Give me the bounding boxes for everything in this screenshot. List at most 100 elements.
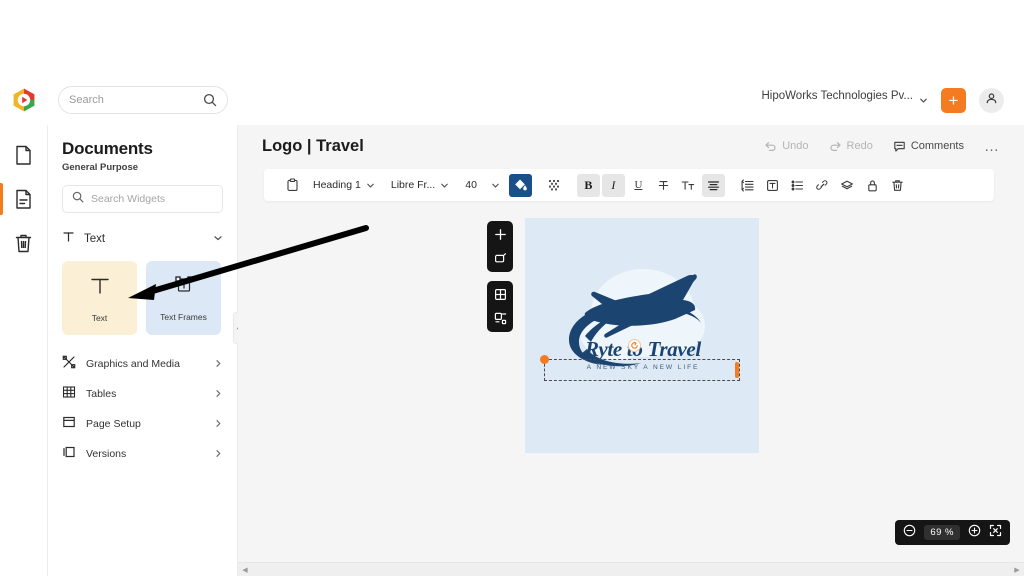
widget-card-list: Text Text Frames bbox=[62, 261, 223, 335]
trash-icon bbox=[892, 179, 903, 191]
nav-item-label: Versions bbox=[86, 448, 127, 460]
text-frame-icon bbox=[171, 274, 197, 303]
layers-icon bbox=[841, 180, 854, 189]
ryte-to-travel-logo bbox=[569, 269, 705, 367]
paragraph-style-value: Heading 1 bbox=[313, 179, 361, 191]
nav-item-versions[interactable]: Versions bbox=[62, 439, 223, 469]
underline-u-icon: U bbox=[634, 179, 643, 191]
hexagon-play-logo-icon[interactable] bbox=[11, 87, 37, 113]
nav-item-page-setup[interactable]: Page Setup bbox=[62, 409, 223, 439]
scrollbar-track[interactable] bbox=[252, 563, 1010, 576]
global-search-input[interactable]: Search bbox=[58, 86, 228, 114]
chevron-down-icon bbox=[919, 92, 928, 103]
add-new-button[interactable]: + bbox=[941, 88, 966, 113]
grid-icon[interactable] bbox=[493, 287, 508, 302]
layout-icon[interactable] bbox=[493, 311, 508, 326]
undo-arrow-icon bbox=[765, 141, 776, 151]
widget-card-label: Text bbox=[91, 313, 108, 323]
align-center-icon bbox=[707, 180, 719, 190]
lock-icon bbox=[868, 179, 877, 191]
panel-nav-list: Graphics and Media Tables Page Setup Ver… bbox=[62, 349, 223, 469]
strikethrough-icon bbox=[658, 180, 669, 190]
undo-label: Undo bbox=[782, 140, 809, 152]
line-spacing-icon bbox=[741, 178, 754, 192]
insert-link-button[interactable] bbox=[811, 174, 834, 197]
versions-icon bbox=[62, 445, 76, 464]
float-tool-group-1 bbox=[487, 221, 513, 272]
lock-button[interactable] bbox=[861, 174, 884, 197]
paragraph-style-select[interactable]: Heading 1 bbox=[306, 174, 382, 197]
underline-button[interactable]: U bbox=[627, 174, 650, 197]
bullet-list-icon bbox=[791, 180, 803, 190]
widget-group-text[interactable]: Text bbox=[62, 227, 223, 251]
page-setup-icon bbox=[62, 415, 76, 434]
main-editor-area: Logo | Travel Undo Redo Comments … Headi… bbox=[238, 125, 1024, 576]
clipboard-button[interactable] bbox=[281, 174, 304, 197]
layers-button[interactable] bbox=[836, 174, 859, 197]
horizontal-scrollbar[interactable]: ◀ ▶ bbox=[238, 562, 1024, 576]
chevron-right-icon bbox=[214, 385, 223, 403]
document-icon bbox=[16, 145, 31, 165]
bullet-list-button[interactable] bbox=[786, 174, 809, 197]
line-spacing-button[interactable] bbox=[736, 174, 759, 197]
search-icon bbox=[72, 190, 84, 208]
chevron-right-icon bbox=[214, 445, 223, 463]
zoom-in-button[interactable] bbox=[968, 524, 981, 542]
text-case-button[interactable] bbox=[677, 174, 700, 197]
strikethrough-button[interactable] bbox=[652, 174, 675, 197]
nav-item-graphics-and-media[interactable]: Graphics and Media bbox=[62, 349, 223, 379]
widget-search-input[interactable]: Search Widgets bbox=[62, 185, 223, 213]
fullscreen-button[interactable] bbox=[989, 524, 1002, 542]
organization-selector[interactable]: HipoWorks Technologies Pv... bbox=[761, 90, 929, 103]
redo-label: Redo bbox=[846, 140, 873, 152]
minus-circle-icon bbox=[904, 524, 916, 536]
left-icon-rail bbox=[0, 125, 48, 576]
comment-bubble-icon bbox=[894, 141, 905, 152]
chevron-down-icon bbox=[367, 183, 374, 188]
widget-card-label: Text Frames bbox=[160, 312, 207, 322]
font-size-select[interactable]: 40 bbox=[458, 174, 507, 197]
zoom-out-button[interactable] bbox=[903, 524, 916, 542]
panel-title: Documents bbox=[62, 139, 153, 158]
text-box-icon bbox=[766, 179, 778, 191]
italic-button[interactable]: I bbox=[601, 173, 625, 197]
chevron-down-icon bbox=[492, 183, 499, 188]
text-align-button[interactable] bbox=[701, 173, 725, 197]
paint-bucket-icon bbox=[515, 179, 528, 191]
rail-item-trash[interactable] bbox=[0, 221, 48, 265]
widget-card-text-frames[interactable]: Text Frames bbox=[146, 261, 221, 335]
zoom-level-field[interactable]: 69 % bbox=[924, 525, 960, 540]
bold-button[interactable]: B bbox=[576, 173, 600, 197]
panel-subtitle: General Purpose bbox=[62, 162, 139, 173]
selection-handle-top-left[interactable] bbox=[540, 355, 549, 364]
nav-item-tables[interactable]: Tables bbox=[62, 379, 223, 409]
nav-item-label: Page Setup bbox=[86, 418, 141, 430]
shape-square-icon[interactable] bbox=[493, 251, 508, 266]
scroll-right-arrow-icon[interactable]: ▶ bbox=[1010, 566, 1024, 574]
rotate-handle-icon[interactable] bbox=[628, 339, 641, 352]
scroll-left-arrow-icon[interactable]: ◀ bbox=[238, 566, 252, 574]
comments-button[interactable]: Comments bbox=[893, 140, 964, 153]
text-selection-box[interactable] bbox=[544, 359, 740, 381]
delete-button[interactable] bbox=[886, 174, 909, 197]
account-avatar-button[interactable] bbox=[979, 88, 1004, 113]
text-box-button[interactable] bbox=[761, 174, 784, 197]
widget-card-text[interactable]: Text bbox=[62, 261, 137, 335]
plus-icon[interactable] bbox=[493, 227, 508, 242]
artboard-canvas[interactable]: Ryte to Travel A NEW SKY A NEW LIFE bbox=[525, 218, 759, 453]
table-grid-icon bbox=[62, 385, 76, 404]
redo-button[interactable]: Redo bbox=[829, 140, 873, 153]
rail-item-blank-document[interactable] bbox=[0, 133, 48, 177]
nav-item-label: Graphics and Media bbox=[86, 358, 180, 370]
more-options-button[interactable]: … bbox=[984, 139, 1000, 154]
organization-name: HipoWorks Technologies Pv... bbox=[761, 90, 914, 102]
clipboard-icon bbox=[287, 178, 298, 191]
fill-color-button[interactable] bbox=[508, 173, 532, 197]
zoom-control: 69 % bbox=[895, 520, 1010, 545]
font-family-select[interactable]: Libre Fr... bbox=[384, 174, 456, 197]
undo-button[interactable]: Undo bbox=[764, 140, 809, 153]
fullscreen-icon bbox=[989, 524, 1002, 536]
selection-handle-right[interactable] bbox=[735, 362, 739, 378]
pattern-fill-button[interactable] bbox=[543, 174, 566, 197]
rail-item-document-with-text[interactable] bbox=[0, 177, 48, 221]
